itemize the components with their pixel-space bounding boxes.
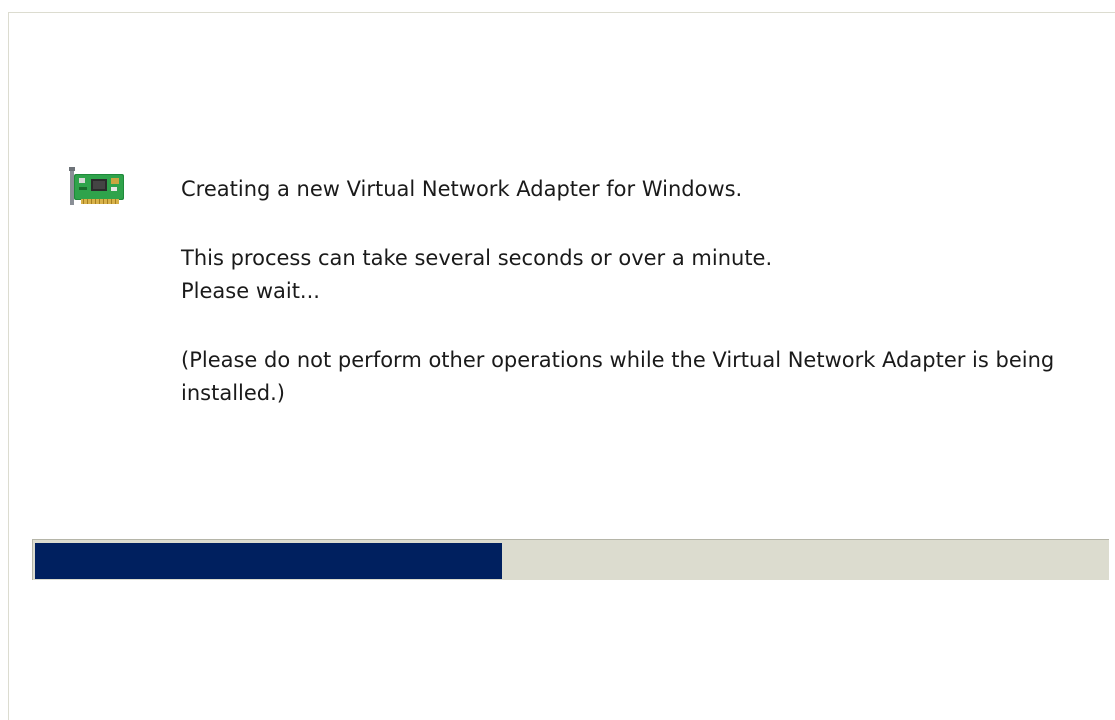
message-text: Creating a new Virtual Network Adapter f… [181,173,1101,410]
message-warning: (Please do not perform other operations … [181,348,1055,405]
progress-bar-fill [35,543,502,579]
network-adapter-card-icon [69,165,127,211]
message-wait-line1: This process can take several seconds or… [181,246,773,270]
message-wait-line2: Please wait... [181,279,320,303]
progress-bar [32,539,1109,580]
install-dialog: Creating a new Virtual Network Adapter f… [8,12,1115,720]
message-title: Creating a new Virtual Network Adapter f… [181,177,743,201]
